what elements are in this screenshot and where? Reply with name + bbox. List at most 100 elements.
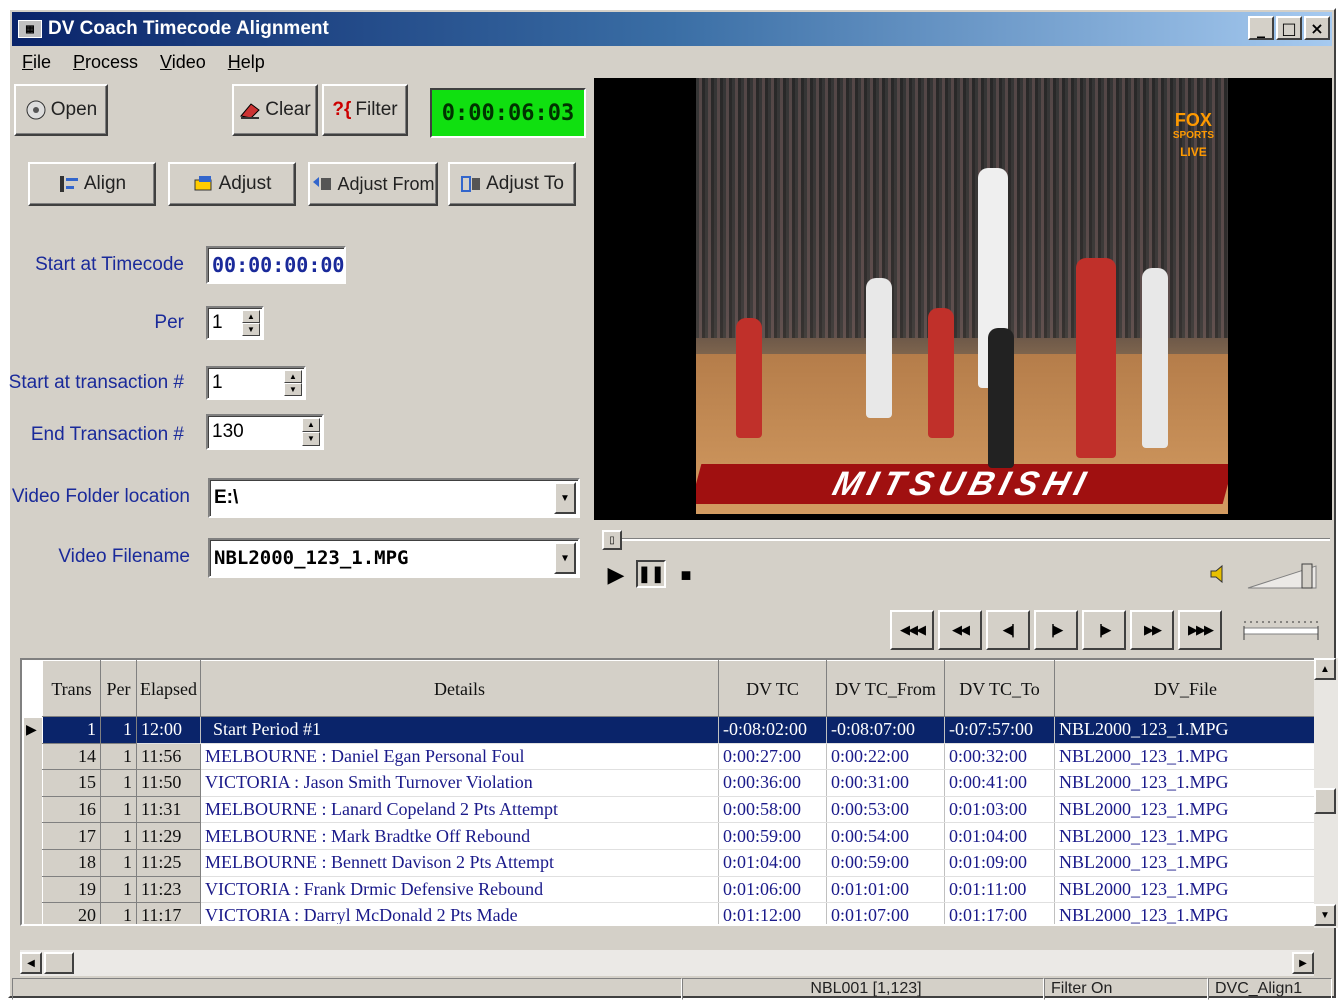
adjust-from-button[interactable]: Adjust From: [308, 162, 438, 206]
step-back-button[interactable]: ◀|: [986, 610, 1030, 650]
adjust-to-button[interactable]: Adjust To: [448, 162, 576, 206]
cell-details: MELBOURNE : Lanard Copeland 2 Pts Attemp…: [200, 796, 719, 824]
video-filename-select[interactable]: NBL2000_123_1.MPG ▼: [208, 538, 580, 578]
cell-trans: 15: [42, 769, 101, 797]
end-transaction-stepper[interactable]: 130 ▲ ▼: [206, 414, 324, 450]
menu-process[interactable]: Process: [73, 52, 138, 73]
status-form-name: DVC_Align1: [1208, 978, 1332, 1000]
seek-bar[interactable]: ▯: [602, 530, 1330, 550]
clear-button[interactable]: Clear: [232, 84, 318, 136]
first-frame-button[interactable]: ◀◀◀: [890, 610, 934, 650]
vertical-scrollbar[interactable]: ▲ ▼: [1314, 658, 1338, 928]
step-forward-button[interactable]: |▶: [1082, 610, 1126, 650]
align-label: Align: [83, 173, 127, 194]
spin-up-icon[interactable]: ▲: [284, 370, 302, 383]
start-timecode-input[interactable]: 00:00:00:00: [206, 246, 346, 284]
video-frame: MITSUBISHI FOX SPORTS LIVE: [696, 78, 1228, 514]
play-icon[interactable]: ▶: [602, 562, 630, 588]
table-row[interactable]: 18 1 11:25 MELBOURNE : Bennett Davison 2…: [42, 848, 1317, 877]
cell-trans: 20: [42, 902, 101, 924]
open-button[interactable]: Open: [14, 84, 108, 136]
question-filter-icon: ?{: [332, 99, 352, 120]
table-row[interactable]: 14 1 11:56 MELBOURNE : Daniel Egan Perso…: [42, 742, 1317, 771]
speaker-icon[interactable]: [1206, 560, 1234, 588]
scroll-right-icon[interactable]: ▶: [1292, 952, 1314, 974]
col-dv-file[interactable]: DV_File: [1054, 660, 1317, 717]
last-frame-button[interactable]: ▶▶▶: [1178, 610, 1222, 650]
cell-dv-file: NBL2000_123_1.MPG: [1054, 769, 1317, 797]
speed-slider[interactable]: [1240, 612, 1322, 644]
cell-per: 1: [100, 742, 137, 771]
minimize-button[interactable]: _: [1248, 16, 1274, 40]
cell-per: 1: [100, 875, 137, 904]
adjust-button[interactable]: Adjust: [168, 162, 296, 206]
volume-slider[interactable]: [1246, 562, 1318, 590]
per-spin[interactable]: ▲ ▼: [242, 310, 260, 336]
spin-down-icon[interactable]: ▼: [284, 383, 302, 396]
spin-down-icon[interactable]: ▼: [302, 432, 320, 446]
cell-dv-tc: 0:00:27:00: [718, 743, 827, 771]
clear-label: Clear: [265, 99, 311, 120]
stop-icon[interactable]: ■: [674, 562, 698, 588]
close-button[interactable]: ×: [1304, 16, 1330, 40]
horizontal-scrollbar[interactable]: ◀ ▶: [20, 950, 1314, 976]
adjust-label: Adjust: [218, 173, 272, 194]
cell-per: 1: [100, 795, 137, 824]
table-row[interactable]: 15 1 11:50 VICTORIA : Jason Smith Turnov…: [42, 769, 1317, 797]
cell-details: VICTORIA : Jason Smith Turnover Violatio…: [200, 769, 719, 797]
table-row[interactable]: 17 1 11:29 MELBOURNE : Mark Bradtke Off …: [42, 822, 1317, 850]
align-button[interactable]: Align: [28, 162, 156, 206]
table-row[interactable]: 1 1 12:00 Start Period #1 -0:08:02:00 -0…: [42, 716, 1317, 744]
per-stepper[interactable]: 1 ▲ ▼: [206, 306, 264, 340]
cell-details: Start Period #1: [200, 716, 719, 744]
cell-dv-tc-from: 0:00:54:00: [826, 822, 945, 850]
fast-forward-button[interactable]: ▶▶: [1130, 610, 1174, 650]
col-elapsed[interactable]: Elapsed: [136, 660, 201, 717]
table-row[interactable]: 19 1 11:23 VICTORIA : Frank Drmic Defens…: [42, 875, 1317, 904]
cell-elapsed: 11:29: [136, 822, 201, 850]
col-dv-tc-to[interactable]: DV TC_To: [944, 660, 1055, 717]
spin-up-icon[interactable]: ▲: [242, 310, 260, 323]
start-transaction-stepper[interactable]: 1 ▲ ▼: [206, 366, 306, 400]
spin-down-icon[interactable]: ▼: [242, 323, 260, 336]
start-transaction-spin[interactable]: ▲ ▼: [284, 370, 302, 396]
menu-file[interactable]: File: [22, 52, 51, 73]
menu-help[interactable]: Help: [228, 52, 265, 73]
open-label: Open: [50, 99, 98, 120]
scroll-thumb[interactable]: [1314, 788, 1336, 814]
main-window: ▦ DV Coach Timecode Alignment _ □ × File…: [8, 8, 1338, 1000]
pause-icon[interactable]: ❚❚: [636, 560, 666, 588]
transactions-table: Trans Per Elapsed Details DV TC DV TC_Fr…: [42, 660, 1317, 924]
col-per[interactable]: Per: [100, 660, 137, 717]
scroll-left-icon[interactable]: ◀: [20, 952, 42, 974]
col-dv-tc-from[interactable]: DV TC_From: [826, 660, 945, 717]
seek-track[interactable]: [612, 538, 1330, 541]
seek-thumb[interactable]: ▯: [602, 530, 622, 550]
col-dv-tc[interactable]: DV TC: [718, 660, 827, 717]
disc-icon: [25, 100, 47, 120]
video-folder-select[interactable]: E:\ ▼: [208, 478, 580, 518]
table-row[interactable]: 16 1 11:31 MELBOURNE : Lanard Copeland 2…: [42, 795, 1317, 824]
menu-video[interactable]: Video: [160, 52, 206, 73]
end-transaction-spin[interactable]: ▲ ▼: [302, 418, 320, 446]
table-row[interactable]: 20 1 11:17 VICTORIA : Darryl McDonald 2 …: [42, 902, 1317, 924]
cell-dv-tc-to: 0:01:17:00: [944, 902, 1055, 924]
window-title: DV Coach Timecode Alignment: [48, 18, 329, 39]
col-trans[interactable]: Trans: [42, 660, 101, 717]
start-transaction-value: 1: [212, 372, 223, 393]
scroll-down-icon[interactable]: ▼: [1314, 904, 1336, 926]
chevron-down-icon[interactable]: ▼: [554, 542, 576, 574]
filter-button[interactable]: ?{ Filter: [322, 84, 408, 136]
video-player[interactable]: MITSUBISHI FOX SPORTS LIVE: [594, 78, 1332, 520]
frame-button[interactable]: |▶: [1034, 610, 1078, 650]
maximize-button[interactable]: □: [1276, 16, 1302, 40]
rewind-button[interactable]: ◀◀: [938, 610, 982, 650]
cell-dv-tc: 0:01:06:00: [718, 876, 827, 904]
hscroll-thumb[interactable]: [44, 952, 74, 974]
end-transaction-label: End Transaction #: [30, 424, 184, 445]
chevron-down-icon[interactable]: ▼: [554, 482, 576, 514]
col-details[interactable]: Details: [200, 660, 719, 717]
cell-dv-tc-to: 0:01:11:00: [944, 876, 1055, 904]
scroll-up-icon[interactable]: ▲: [1314, 658, 1336, 680]
spin-up-icon[interactable]: ▲: [302, 418, 320, 432]
